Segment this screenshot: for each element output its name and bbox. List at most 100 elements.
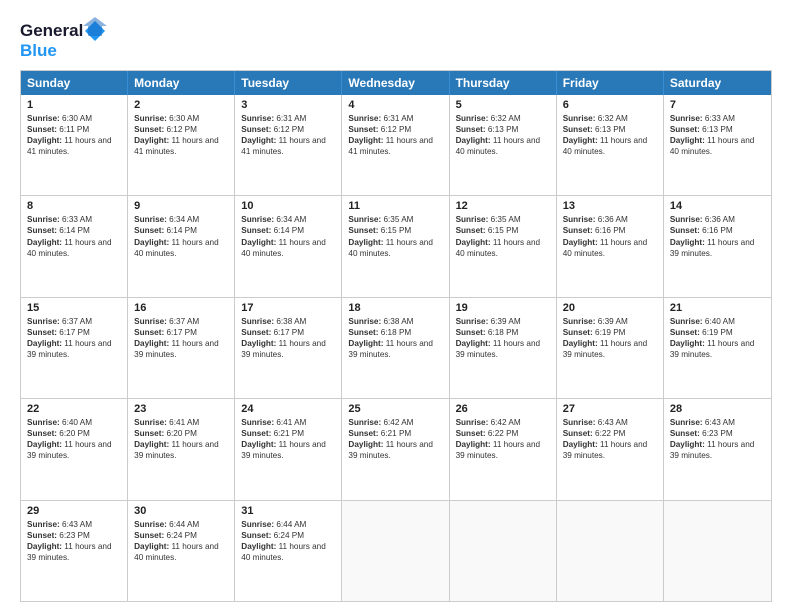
- sunset-text: Sunset: 6:12 PM: [134, 124, 228, 135]
- sunset-text: Sunset: 6:12 PM: [241, 124, 335, 135]
- daylight-text: Daylight: 11 hours and 39 minutes.: [348, 338, 442, 360]
- sunset-text: Sunset: 6:18 PM: [348, 327, 442, 338]
- sunset-text: Sunset: 6:13 PM: [670, 124, 765, 135]
- page: General Blue Sunday Monday Tuesday Wedne…: [0, 0, 792, 612]
- daylight-text: Daylight: 11 hours and 39 minutes.: [670, 338, 765, 360]
- day-number: 13: [563, 200, 657, 212]
- empty-cell: [664, 501, 771, 601]
- daylight-text: Daylight: 11 hours and 40 minutes.: [456, 135, 550, 157]
- sunset-text: Sunset: 6:17 PM: [134, 327, 228, 338]
- daylight-text: Daylight: 11 hours and 39 minutes.: [241, 338, 335, 360]
- daylight-text: Daylight: 11 hours and 41 minutes.: [134, 135, 228, 157]
- day-number: 12: [456, 200, 550, 212]
- daylight-text: Daylight: 11 hours and 39 minutes.: [134, 439, 228, 461]
- daylight-text: Daylight: 11 hours and 40 minutes.: [563, 237, 657, 259]
- sunrise-text: Sunrise: 6:44 AM: [134, 519, 228, 530]
- sunrise-text: Sunrise: 6:40 AM: [670, 316, 765, 327]
- daylight-text: Daylight: 11 hours and 40 minutes.: [670, 135, 765, 157]
- day-number: 15: [27, 302, 121, 314]
- sunrise-text: Sunrise: 6:35 AM: [348, 214, 442, 225]
- day-number: 7: [670, 99, 765, 111]
- sunset-text: Sunset: 6:17 PM: [27, 327, 121, 338]
- daylight-text: Daylight: 11 hours and 39 minutes.: [670, 439, 765, 461]
- sunrise-text: Sunrise: 6:42 AM: [348, 417, 442, 428]
- day-cell-9: 9 Sunrise: 6:34 AM Sunset: 6:14 PM Dayli…: [128, 196, 235, 296]
- sunrise-text: Sunrise: 6:31 AM: [241, 113, 335, 124]
- sunset-text: Sunset: 6:23 PM: [27, 530, 121, 541]
- daylight-text: Daylight: 11 hours and 40 minutes.: [241, 237, 335, 259]
- day-cell-21: 21 Sunrise: 6:40 AM Sunset: 6:19 PM Dayl…: [664, 298, 771, 398]
- day-number: 27: [563, 403, 657, 415]
- daylight-text: Daylight: 11 hours and 39 minutes.: [27, 439, 121, 461]
- empty-cell: [557, 501, 664, 601]
- sunrise-text: Sunrise: 6:39 AM: [456, 316, 550, 327]
- day-number: 30: [134, 505, 228, 517]
- sunset-text: Sunset: 6:16 PM: [670, 225, 765, 236]
- sunrise-text: Sunrise: 6:42 AM: [456, 417, 550, 428]
- sunrise-text: Sunrise: 6:30 AM: [27, 113, 121, 124]
- calendar-header: Sunday Monday Tuesday Wednesday Thursday…: [21, 71, 771, 95]
- sunset-text: Sunset: 6:13 PM: [456, 124, 550, 135]
- header-friday: Friday: [557, 71, 664, 95]
- sunrise-text: Sunrise: 6:32 AM: [456, 113, 550, 124]
- sunrise-text: Sunrise: 6:34 AM: [241, 214, 335, 225]
- day-number: 14: [670, 200, 765, 212]
- sunrise-text: Sunrise: 6:38 AM: [241, 316, 335, 327]
- daylight-text: Daylight: 11 hours and 39 minutes.: [241, 439, 335, 461]
- sunrise-text: Sunrise: 6:33 AM: [670, 113, 765, 124]
- day-cell-7: 7 Sunrise: 6:33 AM Sunset: 6:13 PM Dayli…: [664, 95, 771, 195]
- daylight-text: Daylight: 11 hours and 40 minutes.: [456, 237, 550, 259]
- sunrise-text: Sunrise: 6:44 AM: [241, 519, 335, 530]
- sunrise-text: Sunrise: 6:36 AM: [670, 214, 765, 225]
- day-cell-30: 30 Sunrise: 6:44 AM Sunset: 6:24 PM Dayl…: [128, 501, 235, 601]
- sunset-text: Sunset: 6:20 PM: [134, 428, 228, 439]
- empty-cell: [450, 501, 557, 601]
- calendar-week-2: 8 Sunrise: 6:33 AM Sunset: 6:14 PM Dayli…: [21, 195, 771, 296]
- sunrise-text: Sunrise: 6:37 AM: [134, 316, 228, 327]
- daylight-text: Daylight: 11 hours and 39 minutes.: [27, 338, 121, 360]
- day-number: 23: [134, 403, 228, 415]
- day-cell-16: 16 Sunrise: 6:37 AM Sunset: 6:17 PM Dayl…: [128, 298, 235, 398]
- sunrise-text: Sunrise: 6:30 AM: [134, 113, 228, 124]
- day-number: 25: [348, 403, 442, 415]
- sunrise-text: Sunrise: 6:39 AM: [563, 316, 657, 327]
- daylight-text: Daylight: 11 hours and 41 minutes.: [348, 135, 442, 157]
- daylight-text: Daylight: 11 hours and 40 minutes.: [563, 135, 657, 157]
- day-number: 26: [456, 403, 550, 415]
- day-cell-18: 18 Sunrise: 6:38 AM Sunset: 6:18 PM Dayl…: [342, 298, 449, 398]
- day-cell-8: 8 Sunrise: 6:33 AM Sunset: 6:14 PM Dayli…: [21, 196, 128, 296]
- sunrise-text: Sunrise: 6:31 AM: [348, 113, 442, 124]
- daylight-text: Daylight: 11 hours and 39 minutes.: [456, 439, 550, 461]
- day-number: 11: [348, 200, 442, 212]
- day-number: 22: [27, 403, 121, 415]
- daylight-text: Daylight: 11 hours and 39 minutes.: [670, 237, 765, 259]
- sunrise-text: Sunrise: 6:34 AM: [134, 214, 228, 225]
- header-tuesday: Tuesday: [235, 71, 342, 95]
- day-cell-28: 28 Sunrise: 6:43 AM Sunset: 6:23 PM Dayl…: [664, 399, 771, 499]
- day-number: 2: [134, 99, 228, 111]
- day-cell-5: 5 Sunrise: 6:32 AM Sunset: 6:13 PM Dayli…: [450, 95, 557, 195]
- logo: General Blue: [20, 16, 110, 62]
- day-cell-15: 15 Sunrise: 6:37 AM Sunset: 6:17 PM Dayl…: [21, 298, 128, 398]
- day-cell-27: 27 Sunrise: 6:43 AM Sunset: 6:22 PM Dayl…: [557, 399, 664, 499]
- daylight-text: Daylight: 11 hours and 39 minutes.: [563, 439, 657, 461]
- day-cell-23: 23 Sunrise: 6:41 AM Sunset: 6:20 PM Dayl…: [128, 399, 235, 499]
- day-cell-3: 3 Sunrise: 6:31 AM Sunset: 6:12 PM Dayli…: [235, 95, 342, 195]
- day-cell-20: 20 Sunrise: 6:39 AM Sunset: 6:19 PM Dayl…: [557, 298, 664, 398]
- calendar-week-5: 29 Sunrise: 6:43 AM Sunset: 6:23 PM Dayl…: [21, 500, 771, 601]
- day-cell-1: 1 Sunrise: 6:30 AM Sunset: 6:11 PM Dayli…: [21, 95, 128, 195]
- day-cell-17: 17 Sunrise: 6:38 AM Sunset: 6:17 PM Dayl…: [235, 298, 342, 398]
- day-cell-12: 12 Sunrise: 6:35 AM Sunset: 6:15 PM Dayl…: [450, 196, 557, 296]
- day-cell-26: 26 Sunrise: 6:42 AM Sunset: 6:22 PM Dayl…: [450, 399, 557, 499]
- sunset-text: Sunset: 6:12 PM: [348, 124, 442, 135]
- sunrise-text: Sunrise: 6:41 AM: [241, 417, 335, 428]
- day-number: 28: [670, 403, 765, 415]
- sunrise-text: Sunrise: 6:40 AM: [27, 417, 121, 428]
- day-number: 8: [27, 200, 121, 212]
- daylight-text: Daylight: 11 hours and 39 minutes.: [134, 338, 228, 360]
- sunset-text: Sunset: 6:24 PM: [134, 530, 228, 541]
- daylight-text: Daylight: 11 hours and 40 minutes.: [134, 541, 228, 563]
- sunset-text: Sunset: 6:20 PM: [27, 428, 121, 439]
- daylight-text: Daylight: 11 hours and 40 minutes.: [27, 237, 121, 259]
- sunset-text: Sunset: 6:15 PM: [456, 225, 550, 236]
